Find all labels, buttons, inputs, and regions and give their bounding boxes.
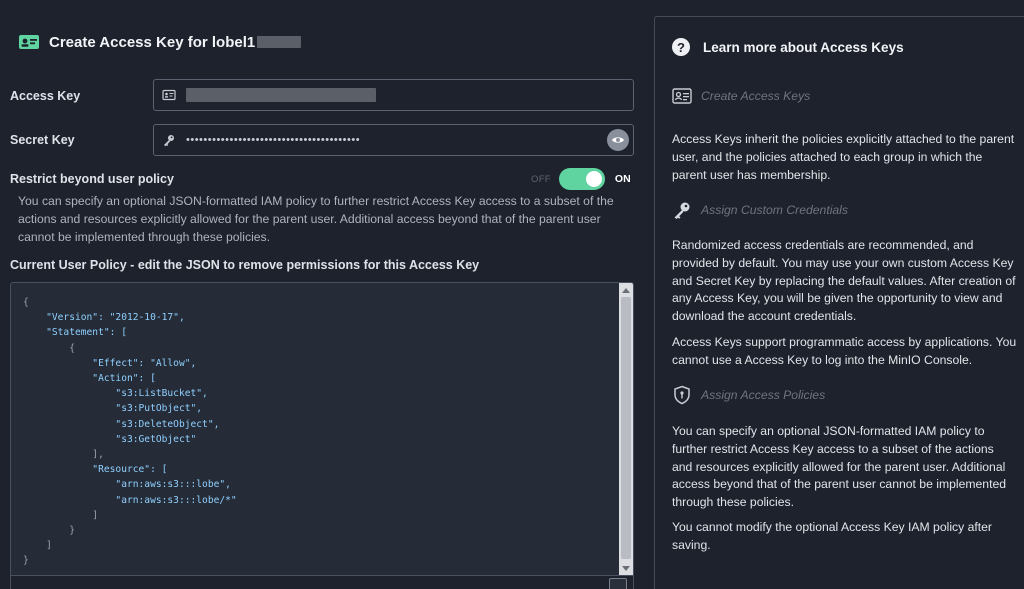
code-line: "s3:ListBucket", [23, 388, 208, 400]
code-line: } [23, 555, 29, 567]
create-access-key-form: Create Access Key for lobel1 Access Key … [0, 0, 640, 589]
id-card-icon [672, 86, 692, 106]
help-section-title: Create Access Keys [701, 89, 811, 103]
toggle-off-label: OFF [531, 173, 551, 185]
help-paragraph: You cannot modify the optional Access Ke… [672, 520, 992, 552]
help-paragraph: You can specify an optional JSON-formatt… [672, 424, 1007, 510]
help-section-create-access-keys: Create Access Keys [672, 86, 810, 106]
editor-scrollbar[interactable] [619, 283, 633, 575]
page-title-row: Create Access Key for lobel1 [18, 30, 302, 54]
editor-footer [10, 576, 634, 589]
code-line: { [23, 342, 75, 354]
code-line: "s3:GetObject" [23, 433, 197, 445]
secret-key-value: •••••••••••••••••••••••••••••••••••••••• [186, 134, 361, 146]
redacted-username [257, 36, 302, 48]
help-title: Learn more about Access Keys [703, 39, 904, 55]
help-paragraph: Access Keys inherit the policies explici… [672, 132, 1015, 182]
redacted-access-key-value [186, 88, 376, 102]
secret-key-input[interactable]: •••••••••••••••••••••••••••••••••••••••• [153, 124, 634, 156]
help-section-title: Assign Custom Credentials [701, 203, 848, 217]
restrict-policy-label: Restrict beyond user policy [10, 172, 174, 186]
code-line: "Action": [ [23, 373, 156, 385]
show-secret-button[interactable] [607, 129, 629, 151]
help-section-title: Assign Access Policies [701, 388, 826, 402]
restrict-policy-toggle[interactable] [558, 168, 605, 190]
help-header: ? Learn more about Access Keys [672, 38, 904, 56]
code-line: } [23, 525, 75, 537]
help-paragraph: Access Keys support programmatic access … [672, 335, 1017, 367]
shield-icon [672, 385, 692, 405]
code-line: "Effect": "Allow", [23, 357, 197, 369]
code-line: "s3:DeleteObject", [23, 418, 220, 430]
code-line: "arn:aws:s3:::lobe", [23, 479, 231, 491]
code-line: "s3:PutObject", [23, 403, 203, 415]
code-line: "Statement": [ [23, 327, 127, 339]
code-line: { [23, 297, 29, 308]
code-line: ] [23, 540, 52, 552]
restrict-policy-toggle-group: OFF ON [531, 168, 631, 190]
key-icon [672, 200, 692, 220]
scroll-up-arrow-icon[interactable] [622, 288, 630, 293]
copy-icon[interactable] [609, 578, 627, 589]
secret-key-label: Secret Key [10, 133, 75, 147]
key-icon [164, 135, 174, 147]
toggle-on-label: ON [614, 173, 631, 185]
help-paragraph: Randomized access credentials are recomm… [672, 238, 1016, 324]
question-circle-icon: ? [672, 38, 690, 56]
page-title: Create Access Key for lobel1 [49, 33, 256, 51]
scroll-down-arrow-icon[interactable] [622, 566, 630, 571]
toggle-knob [585, 171, 602, 187]
help-section-assign-custom-credentials: Assign Custom Credentials [672, 200, 848, 220]
access-key-badge-icon [19, 35, 39, 49]
restrict-policy-description: You can specify an optional JSON-formatt… [18, 194, 614, 244]
scrollbar-thumb[interactable] [621, 297, 631, 559]
access-key-input[interactable] [153, 79, 634, 111]
policy-json-editor[interactable]: { "Version": "2012-10-17", "Statement": … [10, 282, 634, 576]
eye-icon [612, 137, 624, 143]
current-user-policy-label: Current User Policy - edit the JSON to r… [10, 258, 480, 272]
code-line: "Version": "2012-10-17", [23, 312, 185, 324]
code-line: "Resource": [ [23, 464, 168, 476]
id-card-icon [162, 89, 176, 101]
access-key-label: Access Key [10, 89, 81, 103]
help-panel: ? Learn more about Access Keys Create Ac… [654, 16, 1024, 589]
code-line: ] [23, 509, 99, 521]
code-line: "arn:aws:s3:::lobe/*" [23, 494, 237, 506]
code-line: ], [23, 449, 104, 461]
policy-json-code[interactable]: { "Version": "2012-10-17", "Statement": … [23, 295, 237, 569]
help-section-assign-access-policies: Assign Access Policies [672, 385, 825, 405]
